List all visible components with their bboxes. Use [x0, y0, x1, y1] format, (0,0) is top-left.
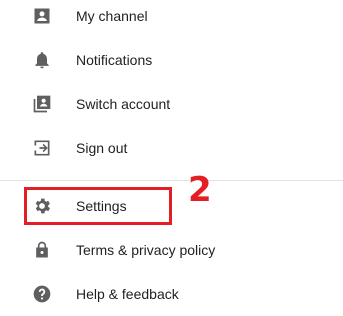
- lock-icon: [32, 240, 52, 260]
- menu-item-label: Terms & privacy policy: [76, 242, 216, 258]
- menu-item-label: Switch account: [76, 96, 171, 112]
- menu-item-switch-account[interactable]: Switch account: [0, 82, 343, 126]
- menu-item-my-channel[interactable]: My channel: [0, 0, 343, 38]
- menu-item-notifications[interactable]: Notifications: [0, 38, 343, 82]
- switch-account-icon: [32, 94, 52, 114]
- bell-icon: [32, 50, 52, 70]
- menu-item-help-feedback[interactable]: Help & feedback: [0, 272, 343, 316]
- account-menu: My channel Notifications Switch account …: [0, 0, 343, 306]
- account-box-icon: [32, 6, 52, 26]
- menu-item-label: Help & feedback: [76, 286, 179, 302]
- settings-highlight-box: [24, 187, 172, 225]
- help-icon: [32, 284, 52, 304]
- menu-divider: [0, 180, 343, 181]
- menu-item-label: My channel: [76, 8, 148, 24]
- menu-item-terms-privacy[interactable]: Terms & privacy policy: [0, 228, 343, 272]
- menu-item-label: Sign out: [76, 140, 128, 156]
- step-number-annotation: 2: [188, 170, 212, 210]
- menu-item-sign-out[interactable]: Sign out: [0, 126, 343, 170]
- menu-item-label: Notifications: [76, 52, 153, 68]
- sign-out-icon: [32, 138, 52, 158]
